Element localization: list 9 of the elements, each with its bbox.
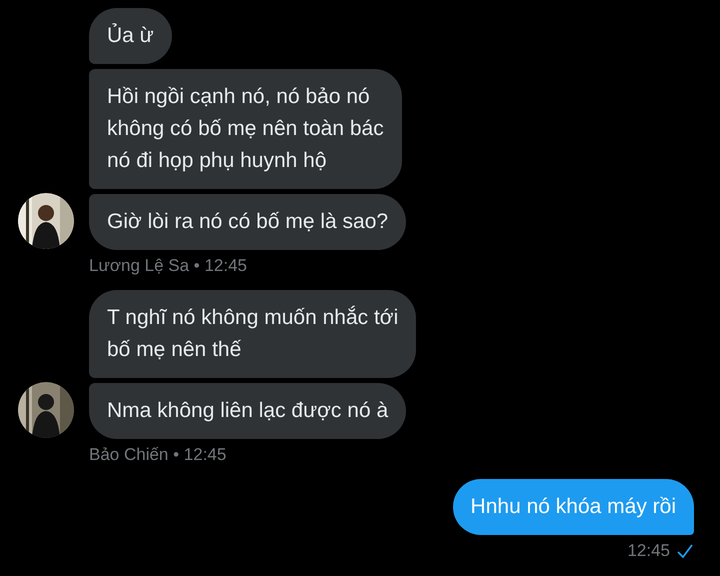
- message-meta: Lương Lệ Sa • 12:45: [89, 256, 247, 276]
- message-meta: 12:45: [627, 541, 670, 561]
- message-bubble: Hnhu nó khóa máy rồi: [452, 479, 694, 535]
- message-bubble: T nghĩ nó không muốn nhắc tới bố mẹ nên thế: [89, 290, 416, 378]
- message-bubble: Hồi ngồi cạnh nó, nó bảo nó không có bố mẹ nên toàn bác nó đi họp phụ huynh hộ: [89, 69, 402, 189]
- message-bubble: Nma không liên lạc được nó à: [89, 383, 406, 439]
- message-meta: Bảo Chiến • 12:45: [89, 445, 226, 465]
- message-bubble: Giờ lòi ra nó có bố mẹ là sao?: [89, 194, 406, 250]
- message-bubble: Ủa ừ: [89, 8, 172, 64]
